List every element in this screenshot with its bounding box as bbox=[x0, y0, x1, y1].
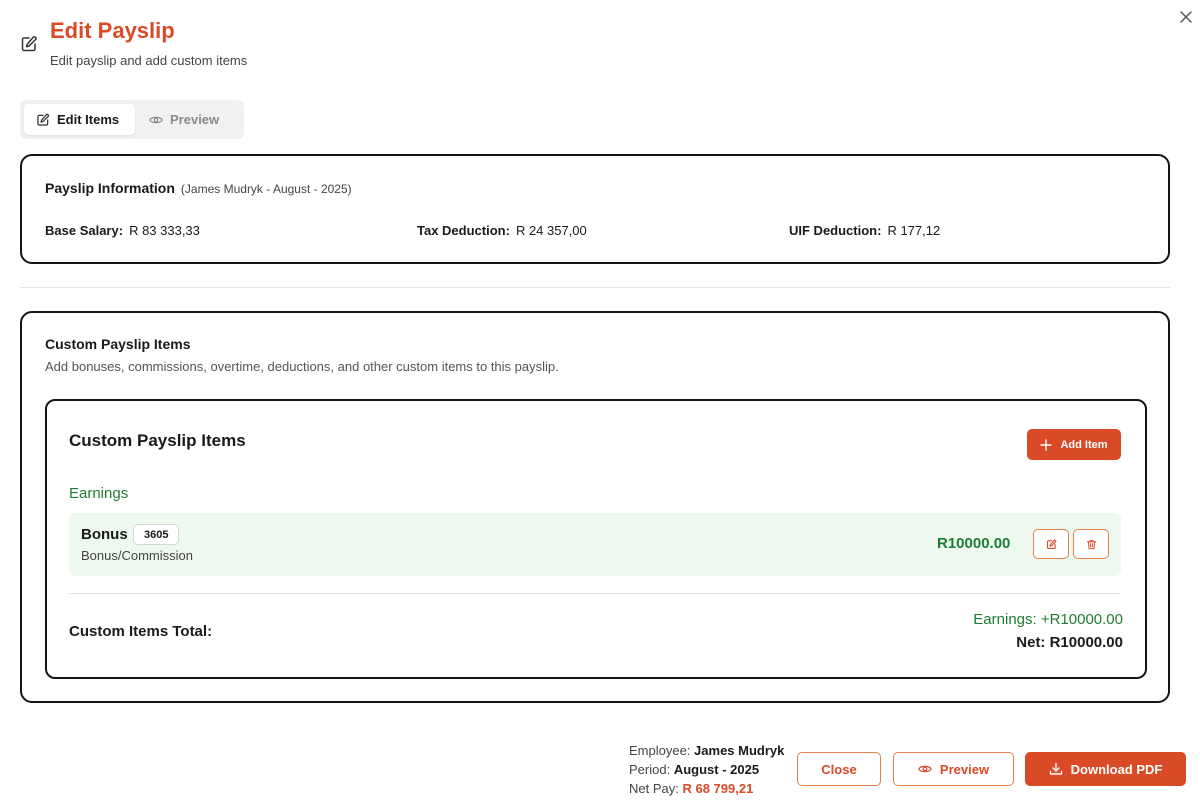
trash-icon bbox=[1086, 539, 1097, 550]
item-category: Bonus/Commission bbox=[81, 548, 193, 563]
pencil-square-icon bbox=[20, 35, 38, 53]
uif-deduction-label: UIF Deduction: bbox=[789, 223, 882, 238]
list-item: Bonus 3605 Bonus/Commission R10000.00 bbox=[69, 513, 1121, 576]
earnings-heading: Earnings bbox=[69, 485, 129, 502]
tab-edit-items[interactable]: Edit Items bbox=[24, 104, 135, 135]
tab-list: Edit Items Preview bbox=[20, 100, 244, 139]
custom-items-panel-title: Custom Payslip Items bbox=[69, 431, 246, 450]
total-earnings: Earnings: +R10000.00 bbox=[973, 611, 1123, 628]
preview-button[interactable]: Preview bbox=[893, 752, 1014, 786]
total-net: Net: R10000.00 bbox=[1016, 634, 1123, 651]
tax-deduction: Tax Deduction: R 24 357,00 bbox=[417, 223, 587, 238]
payslip-info-subtitle: (James Mudryk - August - 2025) bbox=[180, 182, 352, 196]
tab-label: Preview bbox=[170, 112, 220, 127]
tab-preview[interactable]: Preview bbox=[135, 104, 231, 135]
payslip-info-card: Payslip Information (James Mudryk - Augus… bbox=[20, 154, 1170, 264]
netpay-line: Net Pay: R 68 799,21 bbox=[629, 779, 784, 798]
divider bbox=[20, 287, 1170, 288]
add-item-button[interactable]: Add Item bbox=[1027, 429, 1121, 460]
item-name: Bonus bbox=[81, 526, 128, 543]
uif-deduction-value: R 177,12 bbox=[887, 223, 941, 238]
close-button-label: Close bbox=[821, 761, 857, 777]
custom-items-panel: Custom Payslip Items Add Item Earnings B… bbox=[45, 399, 1147, 679]
close-button[interactable]: Close bbox=[797, 752, 881, 786]
item-amount: R10000.00 bbox=[937, 535, 1011, 552]
uif-deduction: UIF Deduction: R 177,12 bbox=[789, 223, 940, 238]
close-icon[interactable] bbox=[1178, 9, 1194, 25]
payslip-info-title: Payslip Information (James Mudryk - Augus… bbox=[45, 180, 352, 196]
add-item-label: Add Item bbox=[1060, 438, 1108, 451]
employee-line: Employee: James Mudryk bbox=[629, 741, 784, 760]
custom-items-description: Add bonuses, commissions, overtime, dedu… bbox=[45, 359, 559, 374]
divider bbox=[69, 593, 1121, 594]
download-icon bbox=[1049, 762, 1063, 776]
tax-deduction-label: Tax Deduction: bbox=[417, 223, 510, 238]
base-salary: Base Salary: R 83 333,33 bbox=[45, 223, 200, 238]
item-code-badge: 3605 bbox=[133, 524, 180, 545]
base-salary-value: R 83 333,33 bbox=[129, 223, 200, 238]
employee-value: James Mudryk bbox=[694, 743, 785, 758]
pencil-square-icon bbox=[36, 113, 50, 127]
delete-item-button[interactable] bbox=[1073, 529, 1109, 559]
custom-items-title: Custom Payslip Items bbox=[45, 336, 191, 352]
edit-payslip-dialog: Edit Payslip Edit payslip and add custom… bbox=[0, 0, 1200, 811]
edit-item-button[interactable] bbox=[1033, 529, 1069, 559]
base-salary-label: Base Salary: bbox=[45, 223, 124, 238]
eye-icon bbox=[149, 113, 163, 127]
download-button-label: Download PDF bbox=[1070, 761, 1163, 777]
dialog-title: Edit Payslip bbox=[50, 18, 175, 43]
plus-icon bbox=[1040, 438, 1053, 451]
dialog-subtitle: Edit payslip and add custom items bbox=[50, 53, 248, 68]
custom-items-card: Custom Payslip Items Add bonuses, commis… bbox=[20, 311, 1170, 703]
preview-button-label: Preview bbox=[939, 761, 990, 777]
custom-items-total-label: Custom Items Total: bbox=[69, 623, 213, 640]
eye-icon bbox=[918, 762, 932, 776]
netpay-label: Net Pay: bbox=[629, 781, 679, 796]
employee-label: Employee: bbox=[629, 743, 691, 758]
period-label: Period: bbox=[629, 762, 671, 777]
download-pdf-button[interactable]: Download PDF bbox=[1025, 752, 1186, 786]
footer-summary: Employee: James Mudryk Period: August - … bbox=[629, 741, 784, 798]
tab-label: Edit Items bbox=[57, 112, 120, 127]
netpay-value: R 68 799,21 bbox=[682, 781, 754, 796]
payslip-info-heading: Payslip Information bbox=[45, 180, 175, 196]
period-line: Period: August - 2025 bbox=[629, 760, 784, 779]
period-value: August - 2025 bbox=[673, 762, 760, 777]
pencil-square-icon bbox=[1046, 539, 1057, 550]
tax-deduction-value: R 24 357,00 bbox=[515, 223, 587, 238]
